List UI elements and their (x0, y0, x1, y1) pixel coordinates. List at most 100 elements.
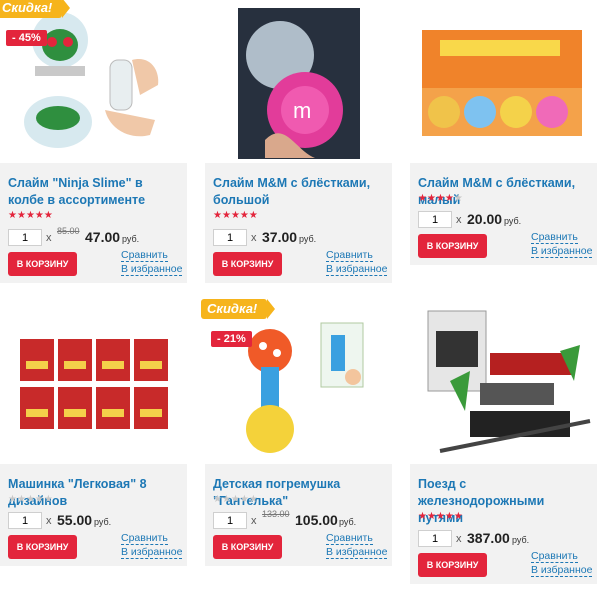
toy-cars-image (20, 339, 168, 429)
price: 20.00 (467, 211, 503, 227)
product-card: Скидка! - 45% Слайм "Ninja Slime" в колб… (0, 0, 187, 283)
star-icon: ★ (25, 210, 35, 221)
star-icon: ★ (418, 511, 427, 522)
compare-link[interactable]: Сравнить (326, 249, 373, 262)
quantity-input[interactable]: 1 (418, 530, 452, 547)
favorite-link[interactable]: В избранное (531, 564, 593, 577)
multiply-sign: x (251, 232, 257, 244)
star-icon: ★ (213, 494, 222, 505)
star-icon: ★ (43, 210, 53, 221)
add-to-cart-button[interactable]: В КОРЗИНУ (8, 252, 77, 276)
multiply-sign: x (251, 515, 257, 527)
multiply-sign: x (46, 515, 52, 527)
star-icon: ★ (34, 494, 44, 505)
add-to-cart-button[interactable]: В КОРЗИНУ (418, 234, 487, 258)
star-icon: ★ (16, 210, 26, 221)
sale-ribbon: Скидка! (201, 299, 276, 319)
star-icon: ★ (8, 494, 17, 505)
currency-label: руб. (504, 216, 522, 226)
slime-image (24, 12, 159, 148)
product-card: Слайм M&M с блёстками, малый ★★★★★ 1 x 2… (410, 0, 597, 265)
star-icon: ★ (230, 494, 240, 505)
add-to-cart-button[interactable]: В КОРЗИНУ (418, 553, 487, 577)
add-to-cart-button[interactable]: В КОРЗИНУ (8, 535, 77, 559)
add-to-cart-button[interactable]: В КОРЗИНУ (213, 535, 282, 559)
product-title[interactable]: Слайм M&M с блёстками, большой (213, 175, 384, 209)
star-icon: ★ (444, 193, 454, 204)
compare-link[interactable]: Сравнить (121, 532, 168, 545)
rattle-image (246, 322, 364, 453)
price: 105.00 (295, 512, 338, 528)
rating-stars: ★★★★★ (418, 511, 463, 522)
favorite-link[interactable]: В избранное (121, 546, 183, 559)
currency-label: руб. (94, 517, 112, 527)
star-icon: ★ (426, 193, 436, 204)
product-title[interactable]: Слайм "Ninja Slime" в колбе в ассортимен… (8, 175, 179, 209)
currency-label: руб. (512, 535, 530, 545)
star-icon: ★ (418, 193, 427, 204)
slime-box-image (422, 30, 582, 136)
price: 55.00 (57, 512, 93, 528)
favorite-link[interactable]: В избранное (326, 546, 388, 559)
star-icon: ★ (43, 494, 53, 505)
product-image[interactable] (410, 301, 597, 464)
compare-link[interactable]: Сравнить (531, 550, 578, 563)
product-card: Поезд с железнодорожными путями ★★★★★ 1 … (410, 301, 597, 584)
old-price: 133.00 (262, 509, 290, 519)
star-icon: ★ (34, 210, 44, 221)
star-icon: ★ (239, 494, 249, 505)
sale-ribbon: Скидка! (0, 0, 71, 18)
star-icon: ★ (453, 193, 463, 204)
favorite-link[interactable]: В избранное (121, 263, 183, 276)
star-icon: ★ (16, 494, 26, 505)
add-to-cart-button[interactable]: В КОРЗИНУ (213, 252, 282, 276)
rating-stars: ★★★★★ (213, 494, 258, 505)
rating-stars: ★★★★★ (213, 210, 258, 221)
price: 387.00 (467, 530, 510, 546)
star-icon: ★ (221, 494, 231, 505)
compare-link[interactable]: Сравнить (326, 532, 373, 545)
discount-badge: - 45% (6, 30, 47, 46)
star-icon: ★ (230, 210, 240, 221)
favorite-link[interactable]: В избранное (531, 245, 593, 258)
star-icon: ★ (25, 494, 35, 505)
product-card: Машинка "Легковая" 8 дизайнов ★★★★★ 1 x … (0, 301, 187, 566)
quantity-input[interactable]: 1 (8, 512, 42, 529)
star-icon: ★ (435, 193, 445, 204)
star-icon: ★ (239, 210, 249, 221)
currency-label: руб. (122, 234, 140, 244)
quantity-input[interactable]: 1 (418, 211, 452, 228)
star-icon: ★ (221, 210, 231, 221)
rating-stars: ★★★★★ (418, 193, 463, 204)
multiply-sign: x (46, 232, 52, 244)
compare-link[interactable]: Сравнить (121, 249, 168, 262)
currency-label: руб. (339, 517, 357, 527)
quantity-input[interactable]: 1 (213, 512, 247, 529)
product-image[interactable]: m (205, 0, 392, 163)
favorite-link[interactable]: В избранное (326, 263, 388, 276)
product-image[interactable] (0, 0, 187, 163)
star-icon: ★ (435, 511, 445, 522)
star-icon: ★ (248, 210, 258, 221)
quantity-input[interactable]: 1 (8, 229, 42, 246)
train-set-image (427, 310, 591, 453)
price: 37.00 (262, 229, 298, 245)
product-image[interactable] (410, 0, 597, 163)
rating-stars: ★★★★★ (8, 494, 53, 505)
quantity-input[interactable]: 1 (213, 229, 247, 246)
star-icon: ★ (213, 210, 222, 221)
product-card: m Слайм M&M с блёстками, большой ★★★★★ 1… (205, 0, 392, 283)
rating-stars: ★★★★★ (8, 210, 53, 221)
old-price: 85.00 (57, 226, 80, 236)
star-icon: ★ (248, 494, 258, 505)
product-card: Скидка! - 21% Детская погремушка "Гантел… (201, 299, 392, 566)
product-image[interactable] (205, 301, 392, 464)
svg-text:m: m (293, 98, 311, 123)
product-image[interactable] (0, 301, 187, 464)
star-icon: ★ (444, 511, 454, 522)
star-icon: ★ (453, 511, 463, 522)
multiply-sign: x (456, 214, 462, 226)
compare-link[interactable]: Сравнить (531, 231, 578, 244)
currency-label: руб. (299, 234, 317, 244)
discount-badge: - 21% (211, 331, 252, 347)
